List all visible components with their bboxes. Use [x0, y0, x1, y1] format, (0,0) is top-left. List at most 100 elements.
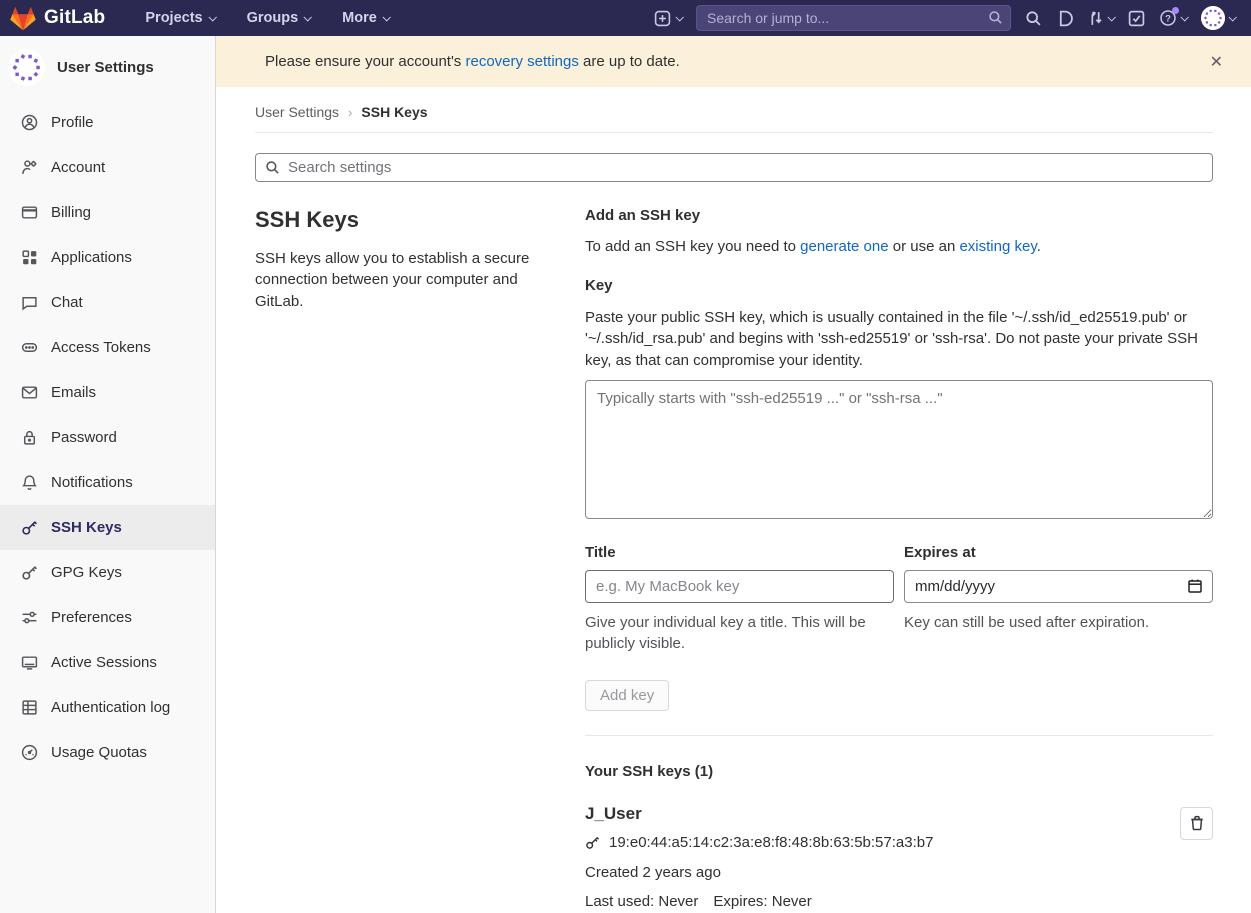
- sidebar-item-usage-quotas[interactable]: Usage Quotas: [0, 730, 215, 775]
- credit-card-icon: [21, 204, 38, 221]
- page-title: SSH Keys: [255, 207, 560, 233]
- existing-key-link[interactable]: existing key: [959, 238, 1036, 255]
- key-help-text: Paste your public SSH key, which is usua…: [585, 307, 1213, 371]
- key-icon: [21, 564, 38, 581]
- user-avatar: [8, 49, 45, 86]
- recovery-alert: Please ensure your account's recovery se…: [216, 36, 1251, 87]
- sidebar-item-billing[interactable]: Billing: [0, 190, 215, 235]
- expires-field: Expires at Key can still be used after e…: [904, 544, 1213, 654]
- sidebar-item-authentication-log[interactable]: Authentication log: [0, 685, 215, 730]
- sidebar-item-profile[interactable]: Profile: [0, 100, 215, 145]
- sidebar-item-gpg-keys[interactable]: GPG Keys: [0, 550, 215, 595]
- log-table-icon: [21, 699, 38, 716]
- sidebar-item-access-tokens[interactable]: Access Tokens: [0, 325, 215, 370]
- tanuki-icon: [10, 6, 36, 31]
- search-button[interactable]: [1025, 10, 1042, 27]
- breadcrumb: User Settings › SSH Keys: [255, 104, 1213, 120]
- key-created: Created 2 years ago: [585, 864, 1153, 881]
- sidebar-item-active-sessions[interactable]: Active Sessions: [0, 640, 215, 685]
- new-menu-button[interactable]: [654, 10, 682, 27]
- grid-icon: [21, 249, 38, 266]
- chevron-down-icon: [304, 13, 312, 21]
- user-menu-button[interactable]: [1201, 6, 1235, 30]
- merge-requests-button[interactable]: [1087, 10, 1114, 27]
- todo-check-icon: [1128, 10, 1145, 27]
- chevron-down-icon: [382, 13, 390, 21]
- todos-button[interactable]: [1128, 10, 1145, 27]
- gauge-icon: [21, 744, 38, 761]
- chevron-down-icon: [208, 13, 216, 21]
- search-icon: [1025, 10, 1042, 27]
- chevron-down-icon: [1228, 13, 1236, 21]
- search-icon: [265, 160, 280, 179]
- gitlab-logo[interactable]: GitLab: [10, 6, 105, 31]
- lock-icon: [21, 429, 38, 446]
- nav-groups[interactable]: Groups: [235, 4, 323, 32]
- chevron-down-icon: [1107, 13, 1115, 21]
- title-input[interactable]: [585, 570, 894, 603]
- chevron-down-icon: [1180, 13, 1188, 21]
- settings-sidebar: User Settings Profile Account Billing A: [0, 36, 216, 913]
- settings-search-input[interactable]: [255, 153, 1213, 182]
- nav-more[interactable]: More: [330, 4, 401, 32]
- form-intro: To add an SSH key you need to generate o…: [585, 238, 1213, 255]
- bell-icon: [21, 474, 38, 491]
- svg-text:?: ?: [1165, 14, 1171, 25]
- key-last-used: Last used: Never: [585, 893, 698, 910]
- breadcrumb-current: SSH Keys: [361, 104, 427, 120]
- close-icon[interactable]: ✕: [1202, 48, 1231, 76]
- sidebar-header: User Settings: [0, 49, 215, 86]
- issues-icon: [1056, 10, 1073, 27]
- brand-name: GitLab: [44, 7, 105, 29]
- help-menu-button[interactable]: ?: [1159, 9, 1187, 27]
- key-fingerprint-row: 19:e0:44:a5:14:c2:3a:e8:f8:48:8b:63:5b:5…: [585, 834, 1153, 851]
- key-label: Key: [585, 277, 1213, 294]
- generate-one-link[interactable]: generate one: [800, 238, 888, 255]
- main-content: Please ensure your account's recovery se…: [216, 36, 1251, 913]
- navbar-right: ?: [654, 5, 1235, 31]
- breadcrumb-separator: ›: [348, 105, 352, 120]
- global-search: [696, 5, 1011, 31]
- sidebar-item-emails[interactable]: Emails: [0, 370, 215, 415]
- gitlab-app: GitLab Projects Groups More: [0, 0, 1251, 913]
- chevron-down-icon: [675, 13, 683, 21]
- key-icon: [21, 519, 38, 536]
- account-icon: [21, 159, 38, 176]
- sliders-icon: [21, 609, 38, 626]
- search-icon: [988, 10, 1003, 29]
- key-name-link[interactable]: J_User: [585, 804, 642, 824]
- sidebar-item-applications[interactable]: Applications: [0, 235, 215, 280]
- sidebar-item-password[interactable]: Password: [0, 415, 215, 460]
- page-description: SSH keys allow you to establish a secure…: [255, 248, 560, 312]
- token-pill-icon: [21, 339, 38, 356]
- sidebar-item-preferences[interactable]: Preferences: [0, 595, 215, 640]
- breadcrumb-user-settings[interactable]: User Settings: [255, 104, 339, 120]
- ssh-key-list-item: J_User 19:e0:44:a5:14:c2:3a:e8:f8:48:8b:…: [585, 804, 1213, 910]
- ssh-key-form: Add an SSH key To add an SSH key you nee…: [585, 207, 1213, 910]
- top-navbar: GitLab Projects Groups More: [0, 0, 1251, 36]
- nav-projects[interactable]: Projects: [133, 4, 226, 32]
- sidebar-item-ssh-keys[interactable]: SSH Keys: [0, 505, 215, 550]
- breadcrumb-divider: [255, 132, 1213, 133]
- settings-search: [255, 153, 1213, 182]
- ssh-key-textarea[interactable]: [585, 380, 1213, 519]
- global-search-input[interactable]: [696, 5, 1011, 31]
- delete-key-button[interactable]: [1180, 807, 1213, 840]
- recovery-settings-link[interactable]: recovery settings: [465, 53, 578, 70]
- plus-square-icon: [654, 10, 671, 27]
- envelope-icon: [21, 384, 38, 401]
- calendar-icon[interactable]: [1187, 578, 1203, 598]
- sidebar-item-chat[interactable]: Chat: [0, 280, 215, 325]
- title-help-text: Give your individual key a title. This w…: [585, 612, 894, 654]
- trash-icon: [1189, 815, 1205, 831]
- sidebar-item-account[interactable]: Account: [0, 145, 215, 190]
- section-intro: SSH Keys SSH keys allow you to establish…: [255, 207, 560, 910]
- issues-button[interactable]: [1056, 10, 1073, 27]
- expires-date-input[interactable]: [904, 570, 1213, 603]
- key-fingerprint: 19:e0:44:a5:14:c2:3a:e8:f8:48:8b:63:5b:5…: [609, 834, 933, 851]
- title-label: Title: [585, 544, 894, 561]
- chat-bubble-icon: [21, 294, 38, 311]
- add-key-button[interactable]: Add key: [585, 680, 669, 711]
- monitor-icon: [21, 654, 38, 671]
- sidebar-item-notifications[interactable]: Notifications: [0, 460, 215, 505]
